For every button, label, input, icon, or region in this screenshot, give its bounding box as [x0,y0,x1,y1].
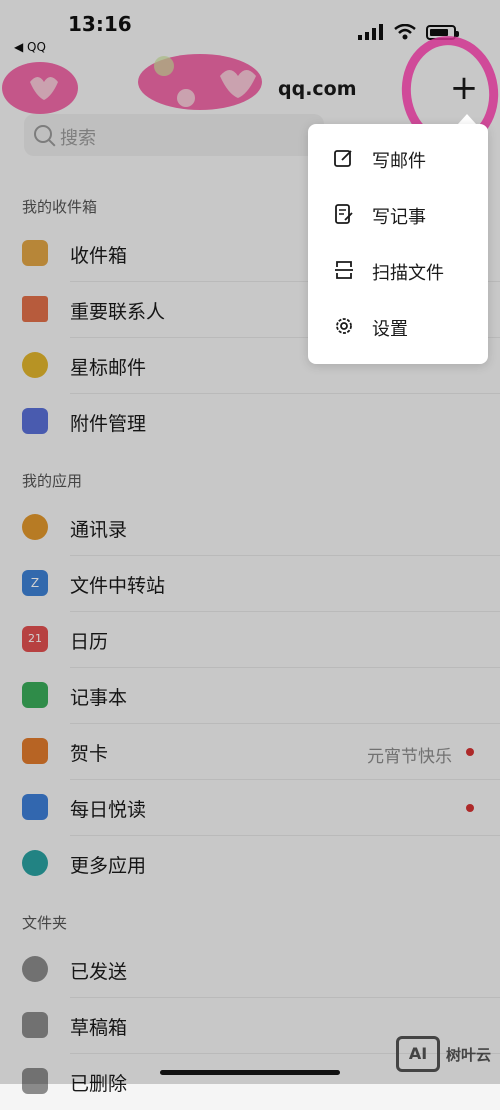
watermark-logo: AI [396,1036,440,1072]
menu-item-label: 写邮件 [372,151,426,172]
menu-item-scan-document[interactable]: 扫描文件 [308,242,488,298]
menu-item-label: 写记事 [372,207,426,228]
write-note-icon [335,204,353,224]
menu-item-settings[interactable]: 设置 [308,298,488,354]
watermark: AI 树叶云 [396,1036,491,1072]
watermark-text: 树叶云 [446,1045,492,1064]
add-popup-menu: 写邮件 写记事 扫描文件 设置 [308,124,488,364]
settings-gear-icon [336,318,352,334]
scan-document-icon [335,261,353,279]
menu-item-label: 设置 [372,319,408,340]
menu-item-label: 扫描文件 [372,263,444,284]
popup-caret [458,114,476,124]
compose-icon [334,150,352,167]
home-indicator[interactable] [160,1070,340,1075]
menu-item-compose[interactable]: 写邮件 [308,130,488,186]
menu-item-write-note[interactable]: 写记事 [308,186,488,242]
